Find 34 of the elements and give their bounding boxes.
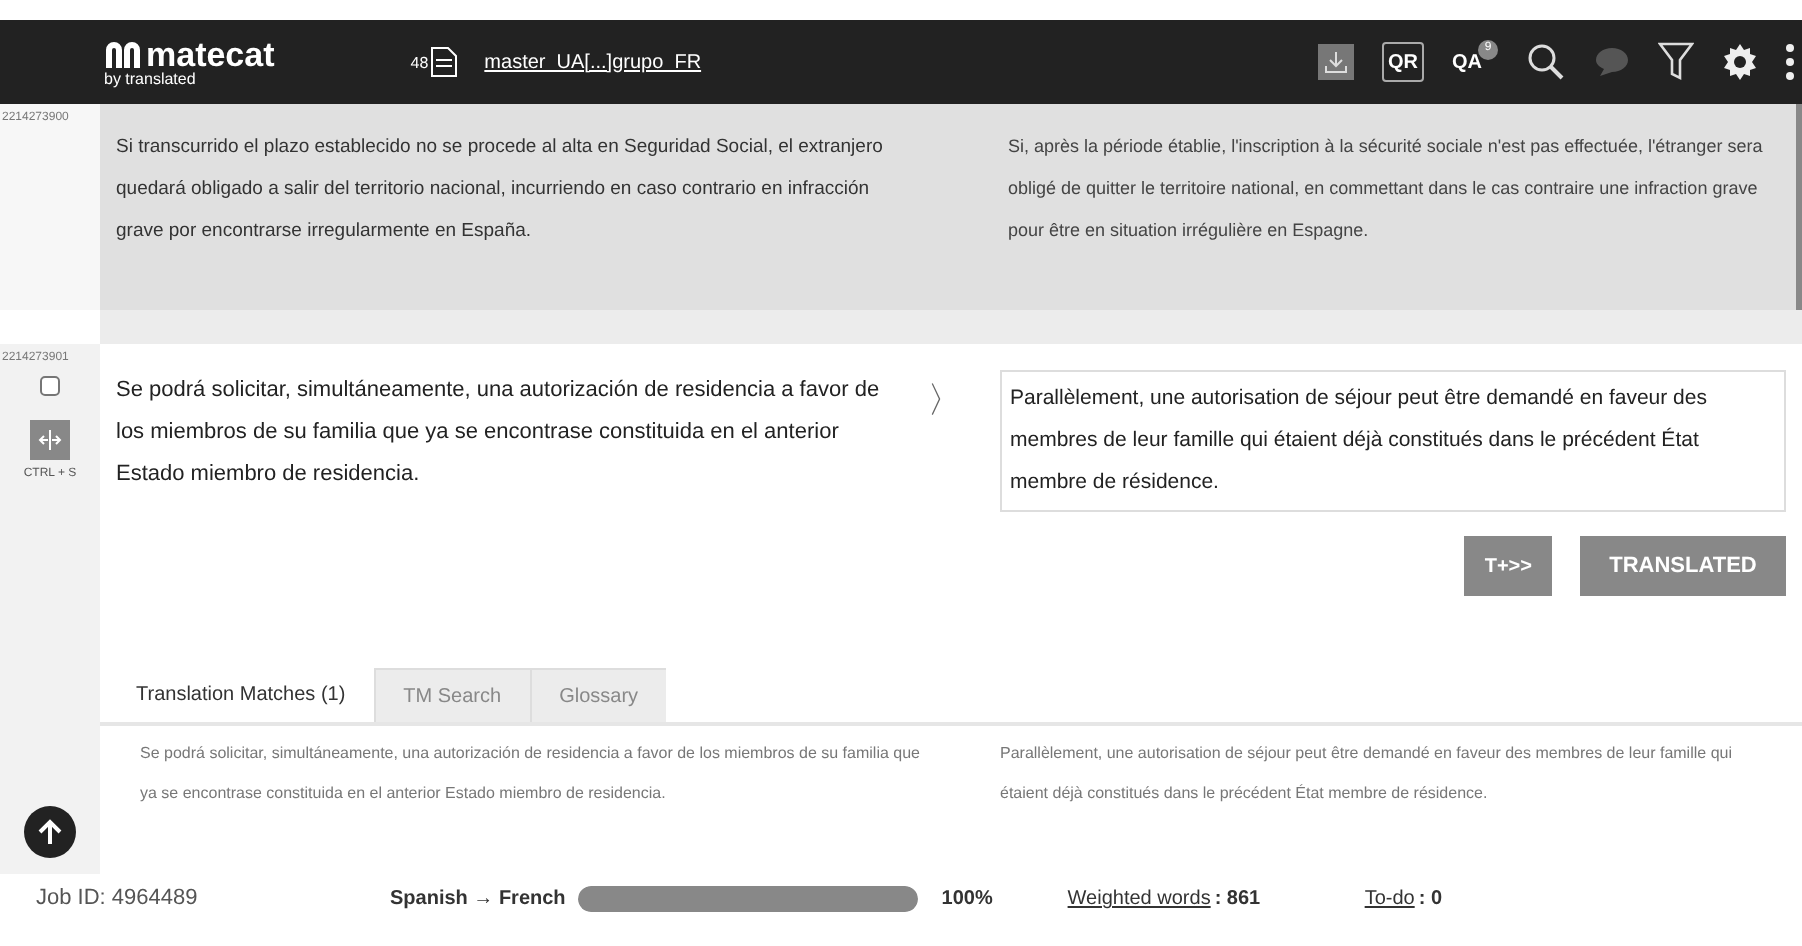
language-pair: Spanish → French [390,886,566,914]
more-icon[interactable] [1786,42,1794,82]
translated-button[interactable]: TRANSLATED [1580,536,1786,596]
arrow-icon: 〉 [890,370,1000,668]
folder-icon [428,44,461,80]
logo-text: matecat [146,37,275,71]
qa-button[interactable]: QA [1452,47,1482,77]
weighted-words-link[interactable]: Weighted words [1067,884,1211,914]
source-text: Se podrá solicitar, simultáneamente, una autorización de residencia a favor de los miembros de su familia que ya se encontrase constituida en el anterior Estado miembro de residencia. [114,376,882,490]
settings-icon[interactable] [1722,44,1758,80]
segment-checkbox[interactable] [40,376,60,396]
todo-count: : 0 [1418,886,1443,914]
qr-button[interactable]: QR [1382,42,1424,82]
match-target-text: Parallèlement, une autorisation de séjour peut être demandé en faveur des membres de leur famille qui étaient déjà constitués dans le précédent État membre de résidence. [1000,742,1734,806]
weighted-words-count: : 861 [1214,886,1263,914]
job-id: Job ID: 4964489 [34,884,200,915]
file-count: 48 [410,52,429,76]
search-icon[interactable] [1526,42,1566,82]
project-link[interactable]: master_UA[...]grupo_FR [484,47,702,77]
copy-source-button[interactable] [30,420,70,460]
arrows-icon [38,430,62,450]
todo-link[interactable]: To-do [1364,884,1415,914]
scroll-up-button[interactable] [24,806,76,858]
logo-subtitle: by translated [104,71,198,87]
progress-percent: 100% [941,886,995,914]
filter-icon[interactable] [1658,42,1694,82]
translation-input[interactable]: Parallèlement, une autorisation de séjour peut être demandé en faveur des membres de leur famille qui étaient déjà constitués dans le précédent État membre de résidence. [1000,370,1786,512]
tag-projection-button[interactable]: T+>> [1464,536,1552,596]
target-text: Si, après la période établie, l'inscription à la sécurité sociale n'est pas effectuée, l'étranger sera obligé de quitter le territoire national, en commettant dans le cas contraire une infraction grave pour être en situation irrégulière en Espagne. [1008,134,1765,244]
logo-icon [104,38,144,70]
match-source-text: Se podrá solicitar, simultáneamente, una autorización de residencia a favor de los miembros de su familia que ya se encontrase constituida en el anterior Estado miembro de residencia. [140,742,922,806]
source-text: Si transcurrido el plazo establecido no se procede al alta en Seguridad Social, el extranjero quedará obligado a salir del territorio nacional, incurriendo en caso contrario en infracción grave por encontrarse irregularmente en España. [116,134,885,246]
download-button[interactable] [1318,44,1354,80]
arrow-up-icon [38,818,62,846]
